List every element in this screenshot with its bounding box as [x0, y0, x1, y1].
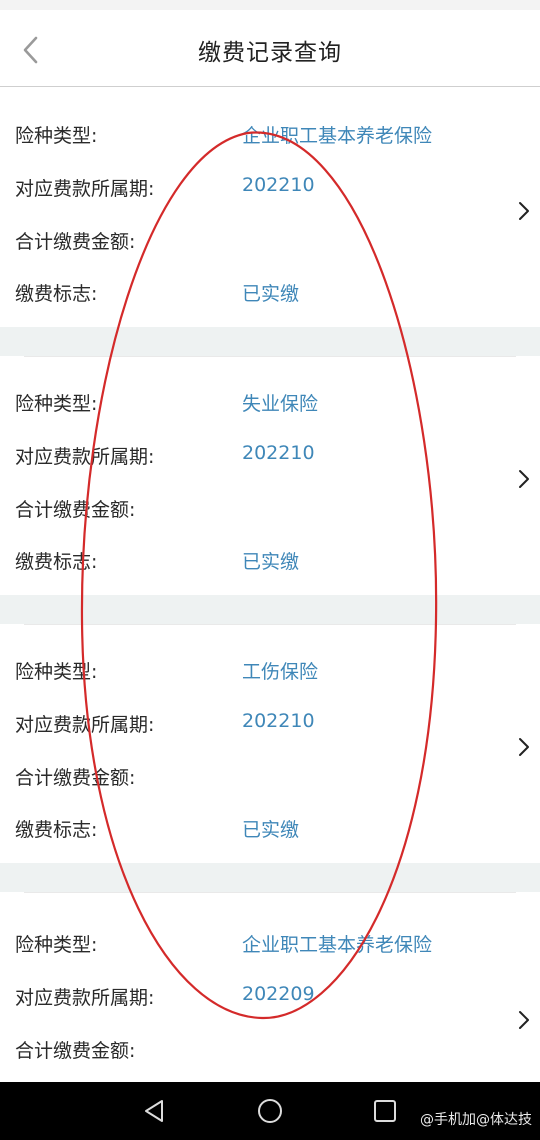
- insurance-type-row: 险种类型: 失业保险: [0, 389, 500, 419]
- period-value: 202210: [242, 442, 315, 464]
- insurance-type-label: 险种类型:: [15, 393, 98, 415]
- watermark-text: @手机加@体达技: [420, 1112, 532, 1128]
- status-strip: [0, 0, 540, 10]
- record-list: 险种类型: 企业职工基本养老保险 对应费款所属期: 202210 合计缴费金额:…: [0, 88, 540, 1131]
- period-label: 对应费款所属期:: [15, 987, 155, 1009]
- triangle-back-icon[interactable]: [140, 1096, 170, 1126]
- card-divider: [24, 892, 516, 893]
- period-row: 对应费款所属期: 202210: [0, 442, 500, 472]
- card-divider: [24, 624, 516, 625]
- payment-flag-label: 缴费标志:: [15, 283, 98, 305]
- insurance-type-row: 险种类型: 企业职工基本养老保险: [0, 930, 500, 960]
- period-label: 对应费款所属期:: [15, 446, 155, 468]
- app-screen: 缴费记录查询 险种类型: 企业职工基本养老保险 对应费款所属期: 202210 …: [0, 0, 540, 1140]
- total-amount-row: 合计缴费金额:: [0, 495, 500, 525]
- period-row: 对应费款所属期: 202209: [0, 983, 500, 1013]
- payment-flag-value: 已实缴: [242, 283, 300, 305]
- period-row: 对应费款所属期: 202210: [0, 174, 500, 204]
- chevron-right-icon[interactable]: [514, 1008, 534, 1032]
- period-label: 对应费款所属期:: [15, 714, 155, 736]
- payment-flag-value: 已实缴: [242, 819, 300, 841]
- period-value: 202210: [242, 710, 315, 732]
- header-bar: 缴费记录查询: [0, 10, 540, 87]
- record-card[interactable]: 险种类型: 失业保险 对应费款所属期: 202210 合计缴费金额: 缴费标志:…: [0, 356, 540, 595]
- payment-flag-value: 已实缴: [242, 551, 300, 573]
- total-amount-row: 合计缴费金额:: [0, 1036, 500, 1066]
- payment-flag-row: 缴费标志: 已实缴: [0, 279, 500, 309]
- chevron-right-icon[interactable]: [514, 199, 534, 223]
- payment-flag-row: 缴费标志: 已实缴: [0, 547, 500, 577]
- card-divider: [24, 356, 516, 357]
- insurance-type-label: 险种类型:: [15, 661, 98, 683]
- insurance-type-label: 险种类型:: [15, 934, 98, 956]
- insurance-type-value: 工伤保险: [242, 661, 319, 683]
- payment-flag-label: 缴费标志:: [15, 819, 98, 841]
- total-amount-row: 合计缴费金额:: [0, 763, 500, 793]
- section-divider: [0, 863, 540, 892]
- section-divider: [0, 327, 540, 356]
- page-title: 缴费记录查询: [198, 40, 342, 66]
- period-value: 202210: [242, 174, 315, 196]
- insurance-type-label: 险种类型:: [15, 125, 98, 147]
- insurance-type-value: 企业职工基本养老保险: [242, 125, 433, 147]
- period-label: 对应费款所属期:: [15, 178, 155, 200]
- total-amount-row: 合计缴费金额:: [0, 227, 500, 257]
- total-amount-label: 合计缴费金额:: [15, 1040, 136, 1062]
- square-recents-icon[interactable]: [370, 1096, 400, 1126]
- payment-flag-label: 缴费标志:: [15, 551, 98, 573]
- insurance-type-row: 险种类型: 企业职工基本养老保险: [0, 121, 500, 151]
- insurance-type-value: 失业保险: [242, 393, 319, 415]
- period-value: 202209: [242, 983, 315, 1005]
- period-row: 对应费款所属期: 202210: [0, 710, 500, 740]
- total-amount-label: 合计缴费金额:: [15, 499, 136, 521]
- record-card[interactable]: 险种类型: 工伤保险 对应费款所属期: 202210 合计缴费金额: 缴费标志:…: [0, 624, 540, 863]
- section-divider: [0, 595, 540, 624]
- circle-home-icon[interactable]: [255, 1096, 285, 1126]
- total-amount-label: 合计缴费金额:: [15, 767, 136, 789]
- chevron-right-icon[interactable]: [514, 735, 534, 759]
- total-amount-label: 合计缴费金额:: [15, 231, 136, 253]
- insurance-type-row: 险种类型: 工伤保险: [0, 657, 500, 687]
- chevron-right-icon[interactable]: [514, 467, 534, 491]
- payment-flag-row: 缴费标志: 已实缴: [0, 815, 500, 845]
- record-card[interactable]: 险种类型: 企业职工基本养老保险 对应费款所属期: 202210 合计缴费金额:…: [0, 88, 540, 327]
- insurance-type-value: 企业职工基本养老保险: [242, 934, 433, 956]
